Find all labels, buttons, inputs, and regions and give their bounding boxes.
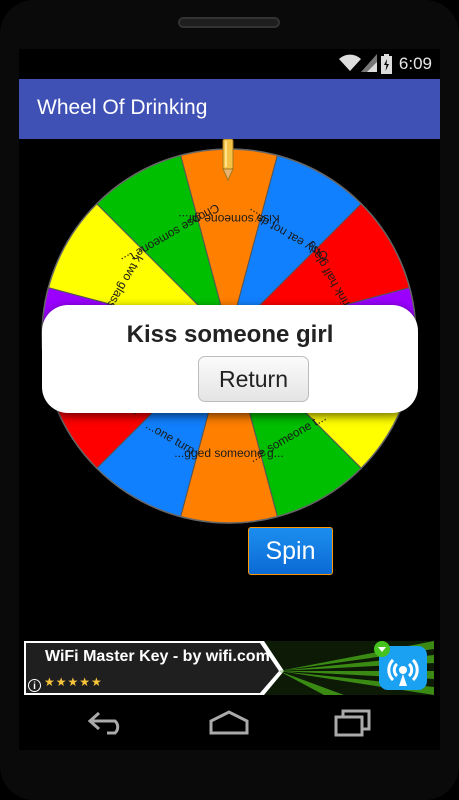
- recents-icon[interactable]: [333, 709, 373, 737]
- result-dialog: Kiss someone girl Return: [42, 305, 418, 413]
- phone-frame: 6:09 Wheel Of Drinking Kiss someone gir.…: [0, 0, 459, 800]
- ad-info-icon[interactable]: i: [28, 679, 41, 692]
- return-button[interactable]: Return: [198, 356, 309, 402]
- status-time: 6:09: [398, 54, 432, 73]
- result-text: Kiss someone girl: [126, 321, 334, 348]
- navigation-bar: [19, 699, 440, 750]
- spin-button[interactable]: Spin: [248, 527, 333, 575]
- home-icon[interactable]: [207, 709, 251, 735]
- back-icon[interactable]: [87, 709, 127, 735]
- ad-banner[interactable]: WiFi Master Key - by wifi.com i ★★★★★: [24, 641, 434, 695]
- app-bar: Wheel Of Drinking: [19, 79, 440, 139]
- app-title: Wheel Of Drinking: [37, 96, 208, 119]
- ad-title[interactable]: WiFi Master Key - by wifi.com: [45, 648, 270, 666]
- phone-speaker: [178, 17, 280, 28]
- screen: 6:09 Wheel Of Drinking Kiss someone gir.…: [19, 49, 440, 750]
- status-bar: 6:09: [19, 49, 440, 79]
- battery-charging-icon: [381, 54, 392, 74]
- ad-rating-stars: ★★★★★: [44, 675, 103, 689]
- pencil-pointer-icon: [222, 139, 234, 181]
- ad-download-badge-icon: [374, 641, 390, 657]
- signal-icon: [361, 54, 377, 72]
- wifi-icon: [339, 54, 361, 71]
